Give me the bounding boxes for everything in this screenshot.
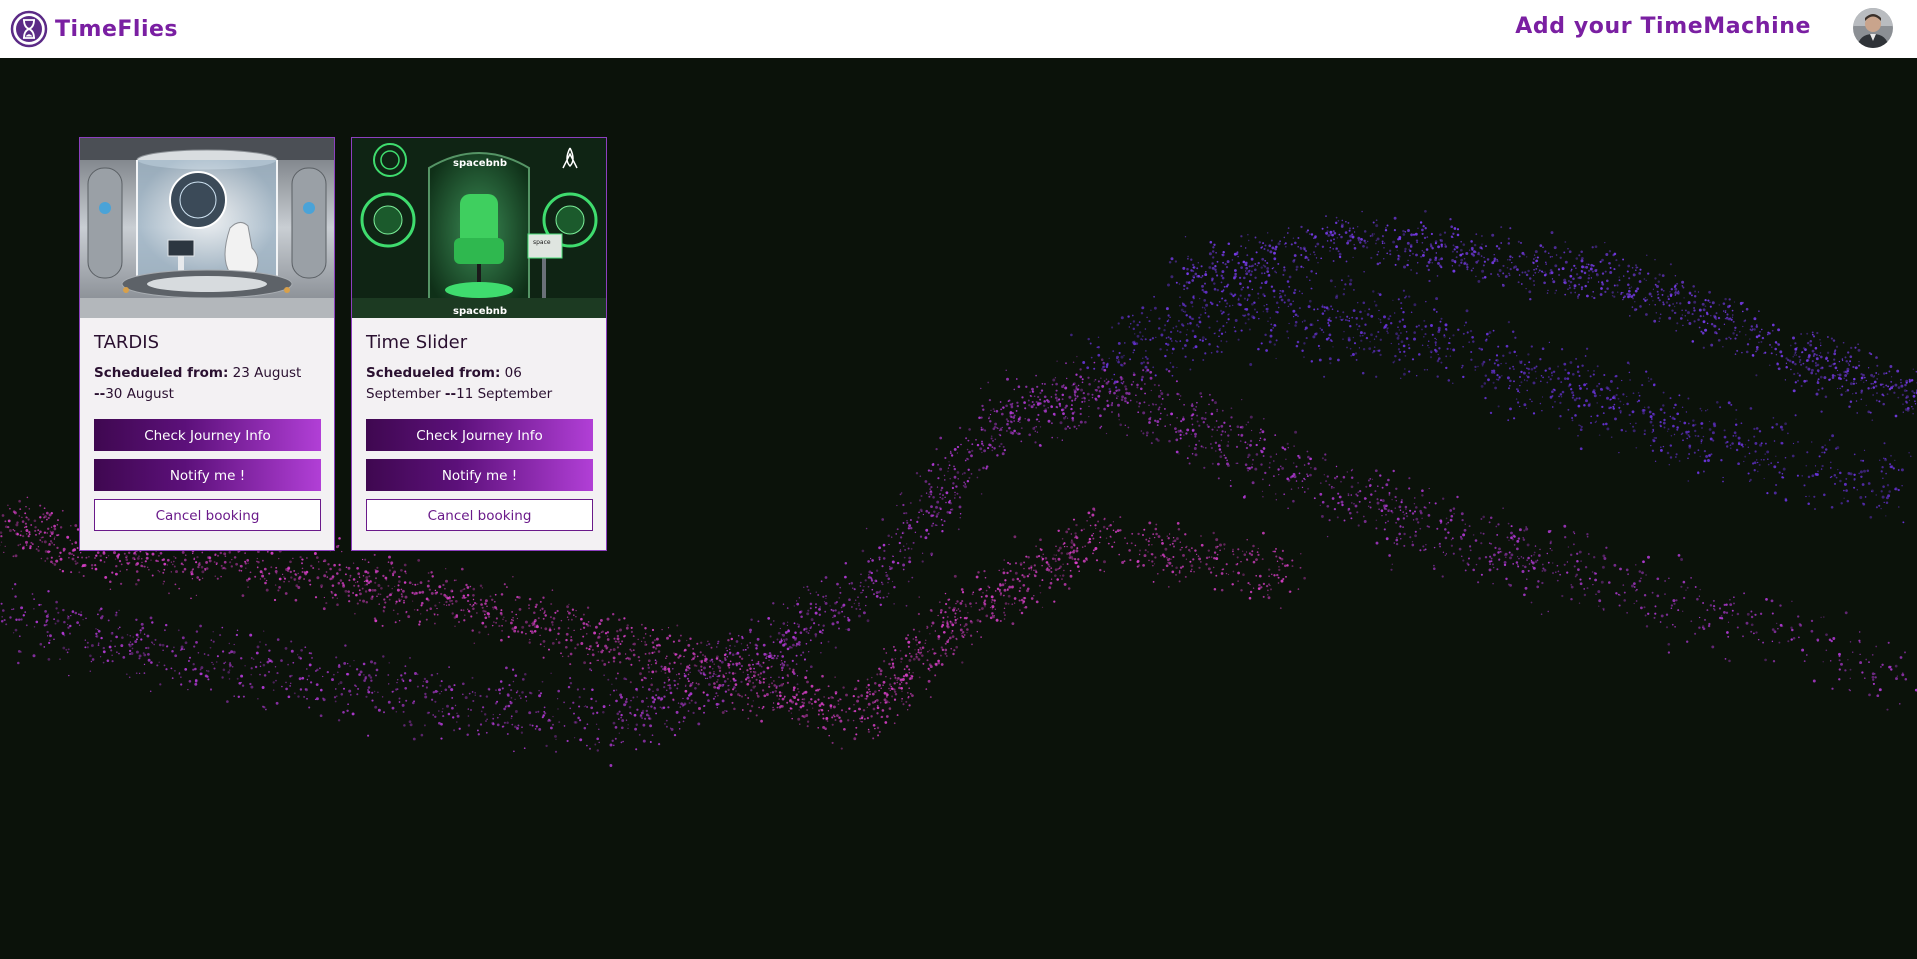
top-navigation-bar: TimeFlies Add your TimeMachine [0, 0, 1917, 58]
spacebnb-bottom-text: spacebnb [453, 306, 507, 317]
schedule-dates: Schedueled from: 06 September --11 Septe… [366, 363, 592, 405]
notify-me-button[interactable]: Notify me ! [366, 459, 593, 491]
spacebnb-logo-text: spacebnb [453, 158, 507, 169]
brand-home-link[interactable]: TimeFlies [10, 9, 178, 49]
date-separator: -- [94, 386, 106, 402]
date-to: 30 August [105, 386, 174, 402]
check-journey-info-button[interactable]: Check Journey Info [94, 419, 321, 451]
schedule-label: Schedueled from: [366, 365, 501, 381]
cancel-booking-button[interactable]: Cancel booking [94, 499, 321, 531]
user-avatar[interactable] [1853, 8, 1893, 48]
schedule-label: Schedueled from: [94, 365, 229, 381]
console-label-text: space [533, 239, 551, 246]
notify-me-button[interactable]: Notify me ! [94, 459, 321, 491]
cancel-booking-button[interactable]: Cancel booking [366, 499, 593, 531]
card-title: TARDIS [94, 332, 160, 353]
booking-card: TARDIS Schedueled from: 23 August --30 A… [79, 137, 335, 551]
time-slider-machine-image: spacebnb space spacebnb [352, 138, 606, 318]
tardis-machine-image [80, 138, 334, 318]
date-to: 11 September [456, 386, 553, 402]
hourglass-icon [10, 10, 48, 48]
booking-card: spacebnb space spacebnb Time Slider Sche… [351, 137, 607, 551]
schedule-dates: Schedueled from: 23 August --30 August [94, 363, 320, 405]
date-separator: -- [444, 386, 457, 402]
date-from: 23 August [232, 365, 302, 381]
check-journey-info-button[interactable]: Check Journey Info [366, 419, 593, 451]
add-timemachine-link[interactable]: Add your TimeMachine [1515, 14, 1811, 39]
card-title: Time Slider [366, 332, 468, 353]
brand-name: TimeFlies [55, 16, 179, 42]
